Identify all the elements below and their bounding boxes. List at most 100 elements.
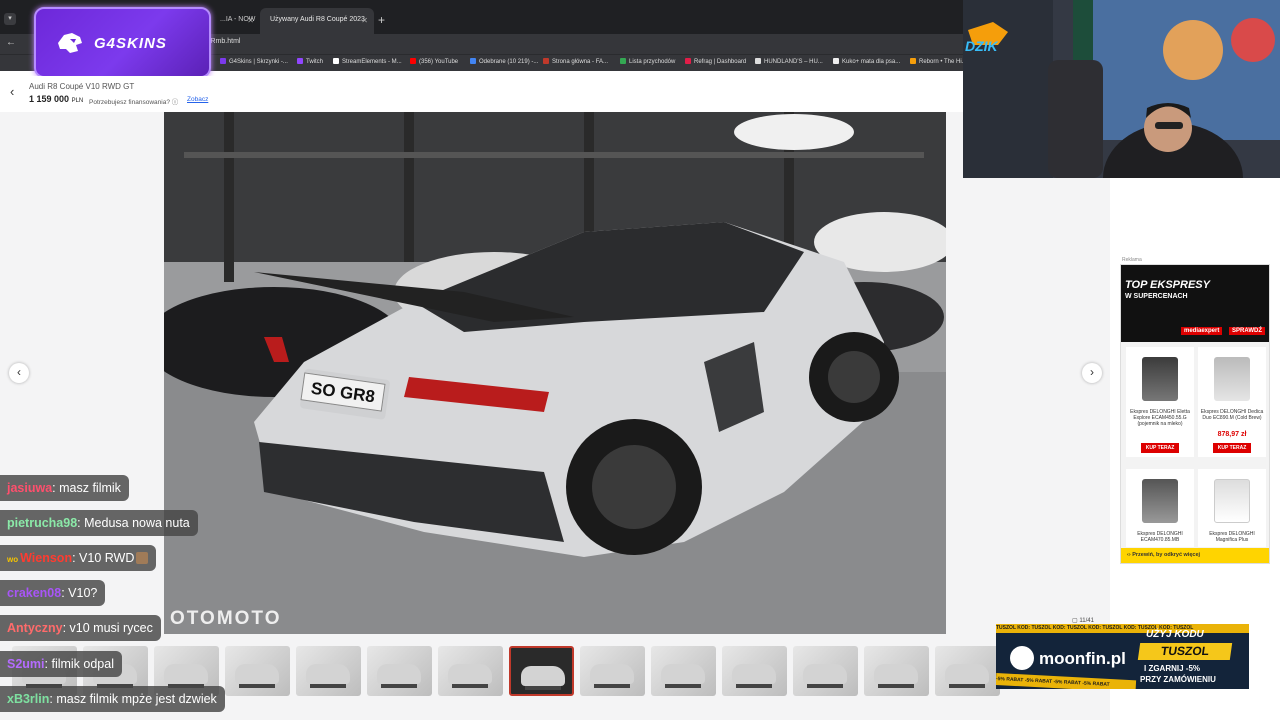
listing-title: Audi R8 Coupé V10 RWD GT: [29, 82, 135, 91]
chat-text: v10 musi rycec: [69, 621, 153, 635]
chat-badge: wo: [7, 555, 19, 564]
kuko-icon: [833, 58, 839, 64]
main-car-photo[interactable]: [164, 112, 946, 634]
product-price: 878,97 zł: [1217, 431, 1247, 438]
coffee-machine-image: [1214, 357, 1250, 401]
thumbnail[interactable]: [296, 646, 361, 696]
moonfin-use-code: UŻYJ KODU: [1146, 629, 1204, 640]
financing-question: Potrzebujesz finansowania? ⓘ: [89, 99, 179, 106]
bookmark-item[interactable]: StreamElements - M...: [333, 58, 402, 65]
tab-previous[interactable]: ...IA - NOW ✕: [210, 8, 260, 34]
thumbnail[interactable]: [225, 646, 290, 696]
refrag-icon: [685, 58, 691, 64]
ad-brand: mediaexpert: [1181, 327, 1223, 335]
thumbnail[interactable]: [935, 646, 1000, 696]
chat-username: jasiuwa: [7, 481, 53, 495]
chat-message: craken08: V10?: [0, 580, 106, 606]
chat-text: Medusa nowa nuta: [84, 516, 190, 530]
ad-product[interactable]: Ekspres DELONGHI Eletta Explore ECAM450.…: [1126, 347, 1194, 457]
back-chevron-icon[interactable]: ‹: [10, 84, 14, 99]
chat-username: xB3rlin: [7, 692, 50, 706]
chat-username: craken08: [7, 586, 62, 600]
webcam-illustration: [963, 0, 1280, 178]
ad-scroll-hint: ‹› Przewiń, by odkryć więcej: [1121, 548, 1269, 563]
g4skins-overlay: G4SKINS: [34, 7, 211, 78]
chat-username: S2umi: [7, 657, 45, 671]
ad-banner: TOP EKSPRESY W SUPERCENACH mediaexpert S…: [1121, 265, 1269, 342]
product-name: Ekspres DELONGHI Dedica Duo EC890.M (Col…: [1200, 409, 1264, 421]
financing-link[interactable]: Zobacz: [187, 96, 208, 103]
chat-message: jasiuwa: masz filmik: [0, 475, 129, 501]
tab-label: Używany Audi R8 Coupé 2023: [270, 16, 365, 23]
chat-text: V10?: [68, 586, 98, 600]
moonfin-logo-icon: [1010, 646, 1034, 670]
bookmark-item[interactable]: Twitch: [297, 58, 323, 65]
bookmark-item[interactable]: Lista przychodów: [620, 58, 675, 65]
streamer-webcam: DZIK: [963, 0, 1280, 178]
back-arrow-icon[interactable]: ←: [6, 37, 16, 48]
new-tab-button[interactable]: +: [378, 13, 385, 27]
thumbnail[interactable]: [793, 646, 858, 696]
photo-counter: ▢ 11/41: [1072, 618, 1094, 624]
next-photo-button[interactable]: ›: [1082, 363, 1102, 383]
chat-message: wo Wienson: V10 RWD: [0, 545, 157, 571]
thumbnail[interactable]: [438, 646, 503, 696]
product-name: Ekspres DELONGHI Eletta Explore ECAM450.…: [1130, 409, 1190, 427]
fa-icon: [543, 58, 549, 64]
thumbnail[interactable]: [864, 646, 929, 696]
moonfin-ticker: TUSZOL KOD: TUSZOL KOD: TUSZOL KOD: TUSZ…: [996, 624, 1249, 633]
bookmark-item[interactable]: (356) YouTube: [410, 58, 458, 65]
close-icon[interactable]: ✕: [247, 16, 254, 25]
car-photo-illustration: [164, 112, 946, 634]
otomoto-watermark: OTOMOTO: [170, 608, 282, 629]
thumbnail[interactable]: [651, 646, 716, 696]
mediaexpert-ad[interactable]: TOP EKSPRESY W SUPERCENACH mediaexpert S…: [1120, 264, 1270, 564]
coffee-machine-image: [1214, 479, 1250, 523]
chat-message: pietrucha98: Medusa nowa nuta: [0, 510, 198, 536]
moonfin-bottom-ticker: -5% RABAT -5% RABAT -5% RABAT -5% RABAT: [996, 673, 1137, 689]
bookmark-item[interactable]: G4Skins | Skrzynki -...: [220, 58, 288, 65]
thumbnail[interactable]: [722, 646, 787, 696]
chat-username: pietrucha98: [7, 516, 78, 530]
thumbnail-selected[interactable]: [509, 646, 574, 696]
ad-product[interactable]: Ekspres DELONGHI Magnifica Plus: [1198, 469, 1266, 547]
chat-text: V10 RWD: [79, 551, 135, 565]
thumbnail[interactable]: [580, 646, 645, 696]
buy-button[interactable]: KUP TERAZ: [1141, 443, 1179, 453]
bookmark-item[interactable]: Strona główna - FA...: [543, 58, 608, 65]
bookmark-item[interactable]: Reborn • The Hi...: [910, 58, 967, 65]
moonfin-code: TUSZOL: [1137, 643, 1233, 660]
bookmark-item[interactable]: Kuko+ mata dla psa...: [833, 58, 900, 65]
reborn-icon: [910, 58, 916, 64]
twitch-icon: [297, 58, 303, 64]
tab-active[interactable]: Używany Audi R8 Coupé 2023 ✕: [260, 8, 374, 34]
bookmark-item[interactable]: Refrag | Dashboard: [685, 58, 746, 65]
listing-header: ‹ Audi R8 Coupé V10 RWD GT 1 159 000 PLN…: [0, 76, 962, 110]
previous-photo-button[interactable]: ‹: [9, 363, 29, 383]
ad-headline: TOP EKSPRESY: [1125, 279, 1210, 291]
listing-price: 1 159 000 PLN: [29, 94, 84, 104]
close-icon[interactable]: ✕: [361, 16, 368, 25]
product-name: Ekspres DELONGHI ECAM470.85.MB: [1137, 531, 1183, 543]
bookmark-item[interactable]: HUNDLAND'S – HU...: [755, 58, 823, 65]
thumbnail[interactable]: [367, 646, 432, 696]
g4skins-label: G4SKINS: [94, 35, 167, 52]
ad-subheadline: W SUPERCENACH: [1125, 293, 1188, 300]
bookmark-item[interactable]: Odebrane (10 219) -...: [470, 58, 538, 65]
coffee-machine-image: [1142, 479, 1178, 523]
hundland-icon: [755, 58, 761, 64]
ad-cta-button[interactable]: SPRAWDŹ: [1229, 327, 1265, 335]
chat-message: Antyczny: v10 musi rycec: [0, 615, 161, 641]
ad-product[interactable]: Ekspres DELONGHI ECAM470.85.MB: [1126, 469, 1194, 547]
g4skins-icon: [220, 58, 226, 64]
youtube-icon: [410, 58, 416, 64]
coffee-machine-image: [1142, 357, 1178, 401]
ad-product[interactable]: Ekspres DELONGHI Dedica Duo EC890.M (Col…: [1198, 347, 1266, 457]
currency: PLN: [71, 98, 84, 104]
tab-search-button[interactable]: ▾: [4, 13, 16, 25]
moonfin-banner: TUSZOL KOD: TUSZOL KOD: TUSZOL KOD: TUSZ…: [996, 624, 1249, 689]
moonfin-line1: I ZGARNIJ -5%: [1144, 664, 1201, 673]
buy-button[interactable]: KUP TERAZ: [1213, 443, 1251, 453]
dzik-sign: DZIK: [965, 38, 998, 54]
chat-text: masz filmik mpże jest dzwiek: [56, 692, 217, 706]
